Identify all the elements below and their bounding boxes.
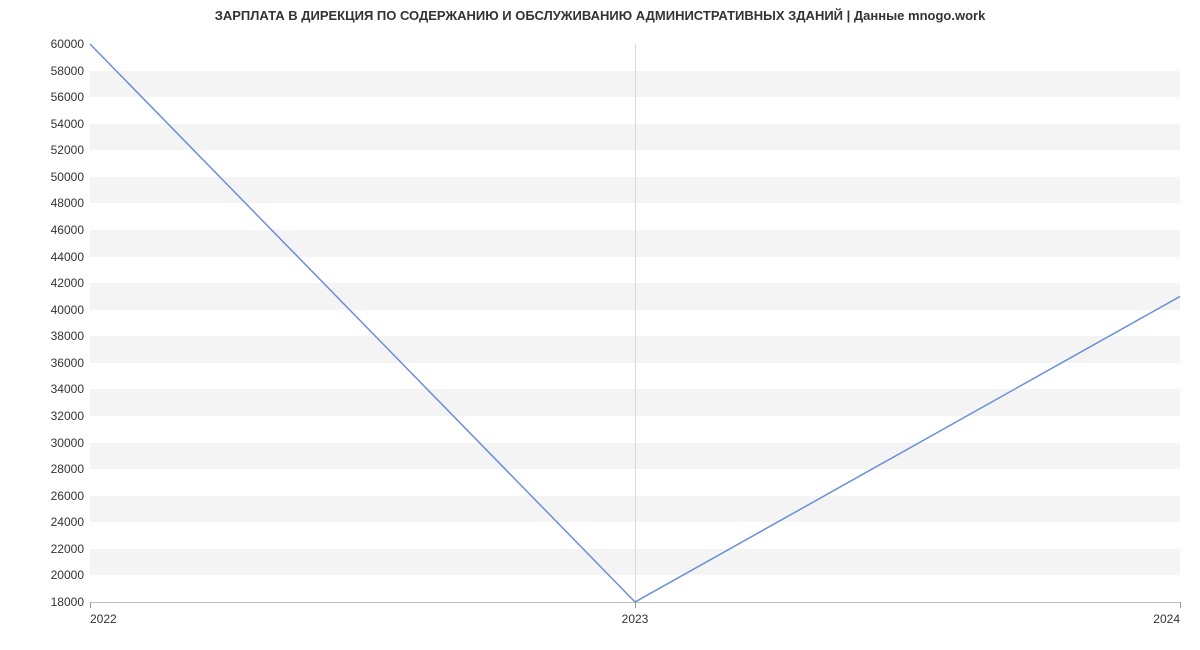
y-tick-label: 58000 (51, 64, 84, 78)
y-tick-label: 54000 (51, 117, 84, 131)
chart-container: ЗАРПЛАТА В ДИРЕКЦИЯ ПО СОДЕРЖАНИЮ И ОБСЛ… (0, 0, 1200, 650)
data-line (90, 44, 1180, 602)
y-tick-label: 20000 (51, 568, 84, 582)
y-tick-label: 40000 (51, 303, 84, 317)
y-tick-label: 22000 (51, 542, 84, 556)
y-tick-label: 46000 (51, 223, 84, 237)
x-tick-label: 2024 (1153, 612, 1180, 626)
y-tick-label: 48000 (51, 196, 84, 210)
y-tick-label: 18000 (51, 595, 84, 609)
y-tick-label: 30000 (51, 436, 84, 450)
x-tick-label: 2022 (90, 612, 117, 626)
y-tick-label: 36000 (51, 356, 84, 370)
y-tick-label: 34000 (51, 382, 84, 396)
y-tick-label: 50000 (51, 170, 84, 184)
y-tick-label: 44000 (51, 250, 84, 264)
y-tick-label: 38000 (51, 329, 84, 343)
x-tick-label: 2023 (622, 612, 649, 626)
x-tick (1180, 602, 1181, 608)
x-tick (90, 602, 91, 608)
y-tick-label: 32000 (51, 409, 84, 423)
y-tick-label: 26000 (51, 489, 84, 503)
plot-area: 1800020000220002400026000280003000032000… (90, 44, 1180, 603)
y-tick-label: 28000 (51, 462, 84, 476)
chart-title: ЗАРПЛАТА В ДИРЕКЦИЯ ПО СОДЕРЖАНИЮ И ОБСЛ… (0, 8, 1200, 23)
y-tick-label: 42000 (51, 276, 84, 290)
y-tick-label: 52000 (51, 143, 84, 157)
y-tick-label: 60000 (51, 37, 84, 51)
y-tick-label: 24000 (51, 515, 84, 529)
line-layer (90, 44, 1180, 602)
y-tick-label: 56000 (51, 90, 84, 104)
x-tick (635, 602, 636, 608)
